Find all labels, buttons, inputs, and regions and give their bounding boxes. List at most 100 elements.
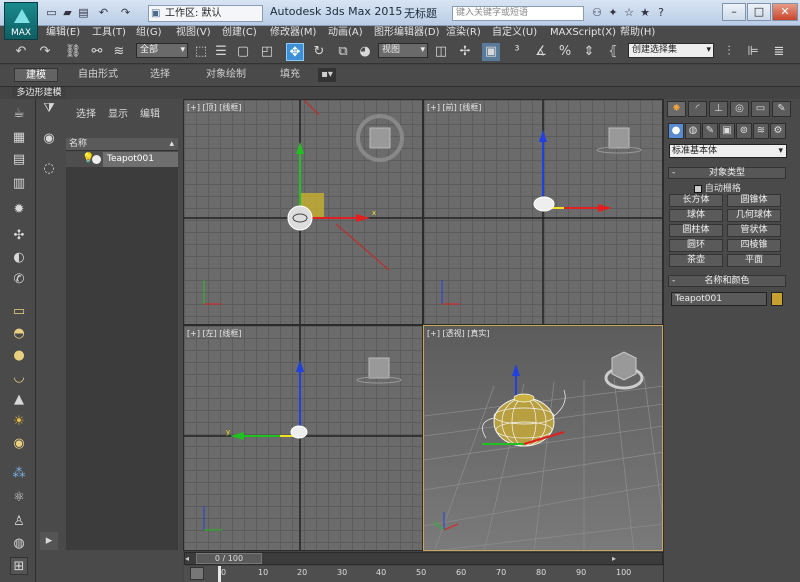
spinner-snap-icon[interactable]: ⇕ — [580, 43, 598, 61]
menu-rendering[interactable]: 渲染(R) — [446, 26, 481, 40]
angle-snap-icon[interactable]: ∡ — [532, 43, 550, 61]
menu-tools[interactable]: 工具(T) — [92, 26, 126, 40]
tube-button[interactable]: 管状体 — [727, 224, 781, 237]
explorer-tab-display[interactable]: 显示 — [108, 105, 128, 120]
window-crossing-icon[interactable]: ◰ — [258, 43, 276, 61]
modify-tab-icon[interactable]: ◜ — [688, 101, 707, 117]
hierarchy-tab-icon[interactable]: ⊥ — [709, 101, 728, 117]
viewport-perspective[interactable]: [+] [透视] [真实] — [423, 325, 663, 551]
teapot-object[interactable] — [533, 196, 555, 212]
teapot-object[interactable] — [287, 205, 313, 231]
app-logo-button[interactable]: MAX — [4, 2, 38, 40]
light-icon[interactable]: ✹ — [10, 201, 28, 219]
category-dropdown[interactable]: 标准基本体 ▾ — [669, 144, 787, 158]
close-button[interactable]: ✕ — [772, 3, 798, 21]
select-and-scale-icon[interactable]: ⧉ — [334, 43, 352, 61]
selection-set-dropdown[interactable]: 创建选择集 — [628, 43, 714, 58]
viewport-label[interactable]: [+] [顶] [线框] — [187, 102, 242, 113]
align-icon[interactable]: ⊫ — [744, 43, 762, 61]
teapot-button[interactable]: 茶壶 — [669, 254, 723, 267]
helpers-icon[interactable]: ⊚ — [736, 123, 752, 139]
material-icon[interactable]: ▦ — [10, 129, 28, 147]
box-icon[interactable]: ▭ — [10, 303, 28, 321]
search-input[interactable]: 键入关键字或短语 — [452, 6, 584, 21]
pyramid-button[interactable]: 四棱锥 — [727, 239, 781, 252]
polygon-modeling-group[interactable]: 多边形建模 — [12, 87, 66, 99]
select-object-icon[interactable]: ⬚ — [192, 43, 210, 61]
cone-button[interactable]: 圆锥体 — [727, 194, 781, 207]
redo-icon[interactable]: ↷ — [36, 43, 54, 61]
orb-icon[interactable]: ◉ — [10, 435, 28, 453]
snap-toggle-icon[interactable]: ³ — [508, 43, 526, 61]
sphere-icon[interactable]: ● — [10, 347, 28, 365]
pivot-center-icon[interactable]: ◫ — [432, 43, 450, 61]
teapot-object[interactable] — [290, 425, 308, 439]
menu-animation[interactable]: 动画(A) — [328, 26, 363, 40]
new-file-icon[interactable]: ▭ — [44, 5, 59, 20]
menu-edit[interactable]: 编辑(E) — [46, 26, 80, 40]
time-slider-thumb[interactable]: 0 / 100 — [196, 553, 262, 564]
edit-named-selection-icon[interactable]: ⦃ — [604, 43, 622, 61]
globe-icon[interactable]: ◍ — [10, 535, 28, 553]
viewcube[interactable] — [368, 357, 390, 379]
systems-icon[interactable]: ⚙ — [770, 123, 786, 139]
select-manipulate-icon[interactable]: ✢ — [456, 43, 474, 61]
reference-coordinate-dropdown[interactable]: 视图 — [378, 43, 428, 58]
autogrid-checkbox[interactable]: 自动栅格 — [694, 181, 741, 194]
favorites-icon[interactable]: ★ — [638, 6, 652, 20]
object-type-rollout[interactable]: - 对象类型 — [668, 167, 786, 179]
menu-help[interactable]: 帮助(H) — [620, 26, 655, 40]
viewcube[interactable] — [608, 127, 630, 149]
menu-graph-editors[interactable]: 图形编辑器(D) — [374, 26, 440, 40]
utilities-tab-icon[interactable]: ✎ — [772, 101, 791, 117]
tab-populate[interactable]: 填充 — [280, 68, 300, 82]
cylinder-button[interactable]: 圆柱体 — [669, 224, 723, 237]
create-tab-icon[interactable]: ✸ — [667, 101, 686, 117]
select-place-icon[interactable]: ◕ — [356, 43, 374, 61]
hemisphere-icon[interactable]: ◓ — [10, 325, 28, 343]
geometry-icon[interactable]: ● — [668, 123, 684, 139]
display-tab-icon[interactable]: ▭ — [751, 101, 770, 117]
binoculars-icon[interactable]: ⚇ — [590, 6, 604, 20]
undo-icon[interactable]: ↶ — [96, 5, 111, 20]
keyboard-shortcut-override-icon[interactable]: ▣ — [482, 43, 500, 61]
menu-maxscript[interactable]: MAXScript(X) — [550, 26, 616, 40]
viewport-left[interactable]: y [+] [左] [线框] — [183, 325, 423, 551]
object-name-label[interactable]: Teapot001 — [103, 152, 178, 167]
menu-group[interactable]: 组(G) — [136, 26, 162, 40]
cone-icon[interactable]: ▲ — [10, 391, 28, 409]
table-row[interactable]: 💡 Teapot001 — [66, 152, 178, 167]
subscription-icon[interactable]: ✦ — [606, 6, 620, 20]
ribbon-options-icon[interactable]: ▪▾ — [318, 68, 336, 82]
communication-icon[interactable]: ☆ — [622, 6, 636, 20]
display-icon[interactable]: ◐ — [10, 249, 28, 267]
open-file-icon[interactable]: ▰ — [60, 5, 75, 20]
viewport-label[interactable]: [+] [前] [线框] — [427, 102, 482, 113]
percent-snap-icon[interactable]: % — [556, 43, 574, 61]
bind-spacewarp-icon[interactable]: ≋ — [110, 43, 128, 61]
object-color-swatch[interactable] — [771, 292, 783, 306]
camera-icon[interactable]: ✆ — [10, 271, 28, 289]
filter-icon[interactable]: ⧩ — [40, 100, 58, 118]
menu-modifiers[interactable]: 修改器(M) — [270, 26, 316, 40]
mirror-icon[interactable]: ⫶ — [720, 43, 738, 61]
tab-selection[interactable]: 选择 — [150, 68, 170, 82]
select-and-move-icon[interactable]: ✥ — [286, 43, 304, 61]
character-icon[interactable]: ♙ — [10, 513, 28, 531]
name-color-rollout[interactable]: - 名称和颜色 — [668, 275, 786, 287]
viewport-front[interactable]: [+] [前] [线框] — [423, 99, 663, 325]
viewport-label[interactable]: [+] [透视] [真实] — [427, 328, 490, 339]
workspace-dropdown[interactable]: 工作区: 默认 — [148, 5, 263, 22]
lights-icon[interactable]: ✎ — [702, 123, 718, 139]
torus-button[interactable]: 圆环 — [669, 239, 723, 252]
tab-object-paint[interactable]: 对象绘制 — [206, 68, 246, 82]
explorer-tab-select[interactable]: 选择 — [76, 105, 96, 120]
molecule-icon[interactable]: ⚛ — [10, 489, 28, 507]
teapot-icon[interactable]: ☕ — [10, 105, 28, 123]
tab-modeling[interactable]: 建模 — [14, 68, 58, 82]
explorer-tab-edit[interactable]: 编辑 — [140, 105, 160, 120]
shapes-icon[interactable]: ◍ — [685, 123, 701, 139]
maximize-button[interactable]: □ — [747, 3, 771, 21]
tab-freeform[interactable]: 自由形式 — [78, 68, 118, 82]
grid-view-icon[interactable]: ⊞ — [10, 557, 28, 575]
